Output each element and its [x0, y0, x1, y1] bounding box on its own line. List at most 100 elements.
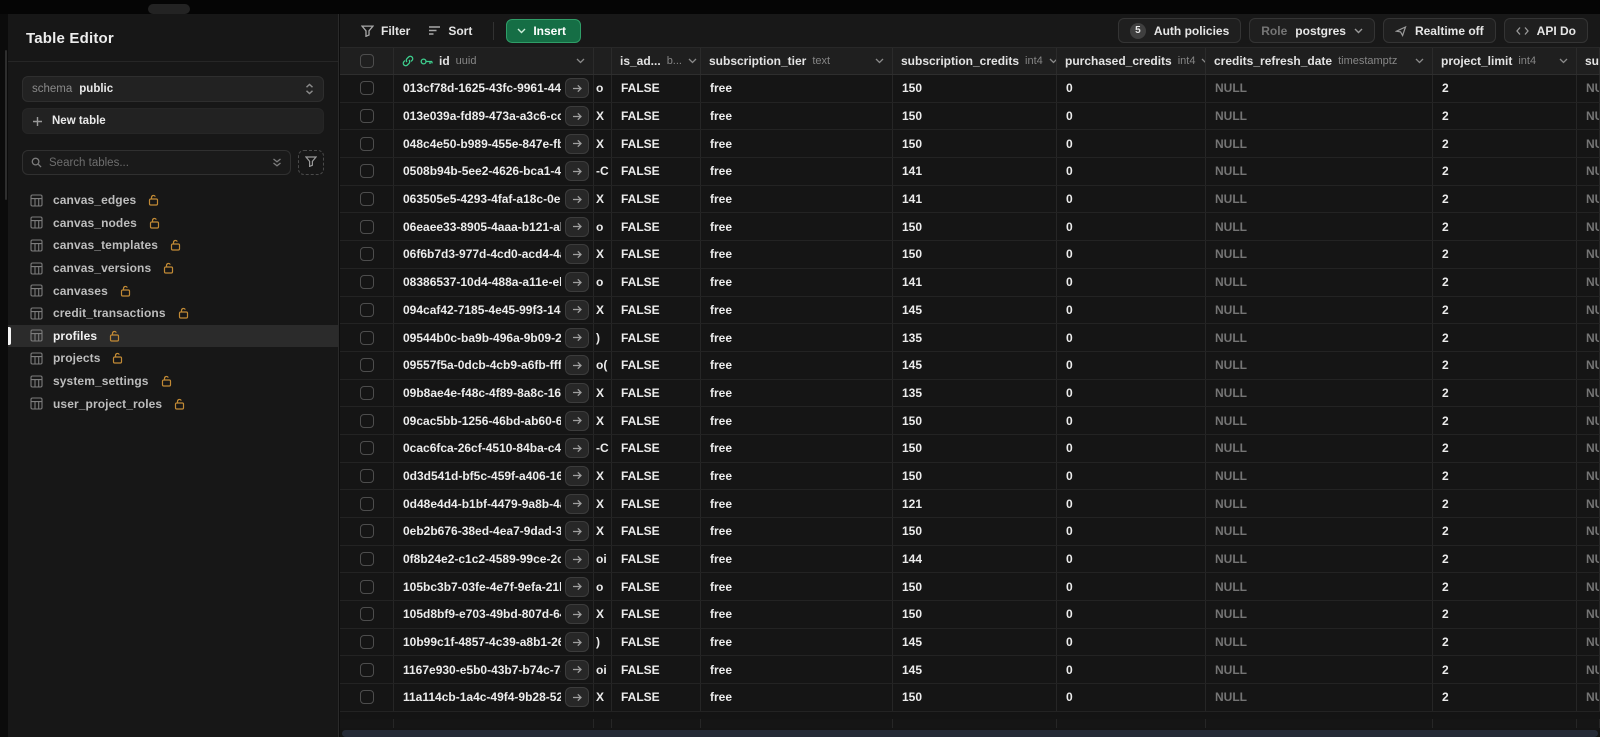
- cell-credits-refresh-date[interactable]: NULL: [1206, 434, 1433, 462]
- cell-subscription-tier[interactable]: free: [701, 213, 893, 241]
- cell-purchased-credits[interactable]: 0: [1057, 573, 1206, 601]
- cell-clipped-right[interactable]: NULL: [1577, 407, 1600, 434]
- cell-is-admin[interactable]: FALSE: [612, 268, 701, 296]
- cell-subscription-tier[interactable]: free: [701, 379, 893, 407]
- expand-row-button[interactable]: [565, 189, 589, 210]
- chevron-down-icon[interactable]: [1415, 58, 1424, 64]
- expand-row-button[interactable]: [565, 632, 589, 653]
- cell-subscription-credits[interactable]: 135: [893, 324, 1057, 351]
- row-checkbox[interactable]: [359, 468, 374, 483]
- cell-clipped[interactable]: ): [594, 628, 612, 656]
- expand-row-button[interactable]: [565, 659, 589, 680]
- cell-clipped-right[interactable]: NULL: [1577, 684, 1600, 711]
- sidebar-filter-button[interactable]: [298, 150, 324, 175]
- cell-project-limit[interactable]: 2: [1433, 213, 1577, 241]
- cell-subscription-tier[interactable]: free: [701, 434, 893, 462]
- cell-credits-refresh-date[interactable]: NULL: [1206, 573, 1433, 601]
- cell-purchased-credits[interactable]: 0: [1057, 601, 1206, 628]
- row-checkbox[interactable]: [359, 385, 374, 400]
- cell-subscription-credits[interactable]: 150: [893, 684, 1057, 711]
- cell-project-limit[interactable]: 2: [1433, 545, 1577, 573]
- cell-project-limit[interactable]: 2: [1433, 351, 1577, 379]
- cell-is-admin[interactable]: FALSE: [612, 158, 701, 185]
- sidebar-table-item-user_project_roles[interactable]: user_project_roles: [8, 392, 338, 415]
- cell-clipped-right[interactable]: NULL: [1577, 75, 1600, 102]
- cell-is-admin[interactable]: FALSE: [612, 75, 701, 102]
- cell-clipped-right[interactable]: NULL: [1577, 130, 1600, 158]
- double-chevron-down-icon[interactable]: [272, 157, 282, 168]
- cell-is-admin[interactable]: FALSE: [612, 656, 701, 684]
- cell-clipped-right[interactable]: NULL: [1577, 434, 1600, 462]
- cell-purchased-credits[interactable]: 0: [1057, 102, 1206, 130]
- cell-id[interactable]: 11a114cb-1a4c-49f4-9b28-52219ec...: [403, 690, 561, 704]
- rail-scrollbar-thumb[interactable]: [5, 50, 7, 200]
- cell-is-admin[interactable]: FALSE: [612, 490, 701, 517]
- cell-credits-refresh-date[interactable]: NULL: [1206, 628, 1433, 656]
- cell-id[interactable]: 08386537-10d4-488a-a11e-eb5a6...: [403, 275, 561, 289]
- chevron-down-icon[interactable]: [875, 58, 884, 64]
- cell-project-limit[interactable]: 2: [1433, 628, 1577, 656]
- row-checkbox[interactable]: [359, 579, 374, 594]
- row-checkbox[interactable]: [359, 192, 374, 207]
- row-checkbox[interactable]: [359, 635, 374, 650]
- column-header-subscription-tier[interactable]: subscription_tier text: [701, 48, 893, 74]
- cell-credits-refresh-date[interactable]: NULL: [1206, 130, 1433, 158]
- expand-row-button[interactable]: [565, 604, 589, 625]
- cell-id[interactable]: 06f6b7d3-977d-4cd0-acd4-4a78...: [403, 247, 561, 261]
- expand-row-button[interactable]: [565, 465, 589, 486]
- cell-project-limit[interactable]: 2: [1433, 185, 1577, 213]
- sidebar-table-item-profiles[interactable]: profiles: [8, 324, 338, 348]
- cell-subscription-credits[interactable]: 150: [893, 407, 1057, 434]
- cell-clipped-right[interactable]: NULL: [1577, 518, 1600, 545]
- cell-credits-refresh-date[interactable]: NULL: [1206, 490, 1433, 517]
- cell-clipped[interactable]: -C: [594, 158, 612, 185]
- cell-project-limit[interactable]: 2: [1433, 268, 1577, 296]
- cell-purchased-credits[interactable]: 0: [1057, 296, 1206, 324]
- cell-is-admin[interactable]: FALSE: [612, 241, 701, 268]
- row-checkbox[interactable]: [359, 81, 374, 96]
- cell-project-limit[interactable]: 2: [1433, 407, 1577, 434]
- expand-row-button[interactable]: [565, 493, 589, 514]
- cell-project-limit[interactable]: 2: [1433, 573, 1577, 601]
- cell-id[interactable]: 0cac6fca-26cf-4510-84ba-c4580...: [403, 441, 561, 455]
- cell-purchased-credits[interactable]: 0: [1057, 158, 1206, 185]
- cell-clipped-right[interactable]: NULL: [1577, 656, 1600, 684]
- cell-clipped-right[interactable]: NULL: [1577, 545, 1600, 573]
- cell-clipped[interactable]: X: [594, 518, 612, 545]
- cell-credits-refresh-date[interactable]: NULL: [1206, 379, 1433, 407]
- expand-row-button[interactable]: [565, 410, 589, 431]
- cell-clipped[interactable]: X: [594, 601, 612, 628]
- cell-purchased-credits[interactable]: 0: [1057, 130, 1206, 158]
- cell-subscription-credits[interactable]: 135: [893, 379, 1057, 407]
- cell-credits-refresh-date[interactable]: NULL: [1206, 351, 1433, 379]
- cell-project-limit[interactable]: 2: [1433, 684, 1577, 711]
- expand-row-button[interactable]: [565, 355, 589, 376]
- cell-purchased-credits[interactable]: 0: [1057, 213, 1206, 241]
- cell-project-limit[interactable]: 2: [1433, 296, 1577, 324]
- cell-clipped-right[interactable]: NULL: [1577, 185, 1600, 213]
- auth-policies-button[interactable]: 5 Auth policies: [1117, 18, 1242, 43]
- cell-purchased-credits[interactable]: 0: [1057, 628, 1206, 656]
- schema-select[interactable]: schema public: [22, 76, 324, 102]
- cell-clipped[interactable]: X: [594, 379, 612, 407]
- cell-credits-refresh-date[interactable]: NULL: [1206, 296, 1433, 324]
- cell-subscription-credits[interactable]: 145: [893, 656, 1057, 684]
- chevron-down-icon[interactable]: [576, 58, 585, 64]
- cell-id[interactable]: 06eaee33-8905-4aaa-b121-ab552...: [403, 220, 561, 234]
- cell-clipped[interactable]: X: [594, 241, 612, 268]
- cell-credits-refresh-date[interactable]: NULL: [1206, 518, 1433, 545]
- column-header-clipped-right[interactable]: su: [1577, 48, 1600, 74]
- cell-project-limit[interactable]: 2: [1433, 656, 1577, 684]
- cell-subscription-tier[interactable]: free: [701, 130, 893, 158]
- cell-credits-refresh-date[interactable]: NULL: [1206, 656, 1433, 684]
- cell-id[interactable]: 1167e930-e5b0-43b7-b74c-788c9...: [403, 663, 561, 677]
- cell-subscription-credits[interactable]: 150: [893, 434, 1057, 462]
- cell-clipped-right[interactable]: NULL: [1577, 268, 1600, 296]
- chevron-down-icon[interactable]: [1049, 58, 1056, 64]
- expand-row-button[interactable]: [565, 576, 589, 597]
- cell-clipped[interactable]: o: [594, 268, 612, 296]
- cell-purchased-credits[interactable]: 0: [1057, 75, 1206, 102]
- cell-subscription-credits[interactable]: 145: [893, 351, 1057, 379]
- cell-subscription-credits[interactable]: 150: [893, 518, 1057, 545]
- row-checkbox[interactable]: [359, 219, 374, 234]
